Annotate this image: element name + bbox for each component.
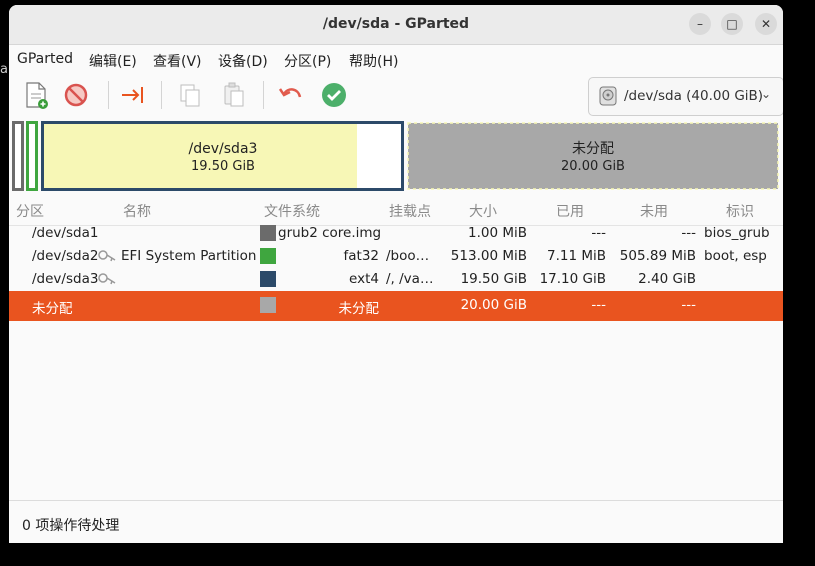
paste-icon[interactable]	[219, 80, 249, 110]
diskmap-sda2[interactable]	[26, 121, 38, 191]
cell-filesystem: grub2 core.img	[278, 225, 382, 241]
cell-used: 7.11 MiB	[546, 248, 606, 264]
filesystem-color-swatch	[260, 271, 276, 287]
diskmap-unallocated[interactable]: 未分配 20.00 GiB	[407, 122, 779, 190]
new-partition-icon[interactable]	[21, 80, 51, 110]
pending-operations-status: 0 项操作待处理	[22, 518, 120, 534]
toolbar: /dev/sda (40.00 GiB) ⌄	[9, 73, 783, 119]
diskmap-sda3-name: /dev/sda3	[189, 141, 258, 157]
cell-unused: 505.89 MiB	[619, 248, 696, 264]
gparted-window: /dev/sda - GParted – □ ✕ GParted 编辑(E) 查…	[9, 5, 783, 543]
diskmap-sda3[interactable]: /dev/sda3 19.50 GiB	[41, 121, 404, 191]
filesystem-color-swatch	[260, 225, 276, 241]
column-name[interactable]: 名称	[123, 201, 151, 221]
cell-name: EFI System Partition	[121, 248, 257, 264]
cell-partition: /dev/sda1	[32, 225, 99, 241]
diskmap-sda1[interactable]	[12, 121, 24, 191]
device-selector[interactable]: /dev/sda (40.00 GiB) ⌄	[588, 77, 783, 116]
chevron-down-icon: ⌄	[761, 87, 772, 101]
cell-filesystem: ext4	[349, 271, 379, 287]
close-button[interactable]: ✕	[755, 13, 777, 35]
cell-mountpoint: /, /va…	[386, 271, 434, 287]
cell-size: 20.00 GiB	[460, 297, 527, 313]
device-label: /dev/sda (40.00 GiB)	[624, 88, 764, 104]
column-partition[interactable]: 分区	[16, 201, 44, 221]
cell-mountpoint: /boo…	[386, 248, 430, 264]
menu-edit[interactable]: 编辑(E)	[89, 51, 137, 71]
disk-map: /dev/sda3 19.50 GiB 未分配 20.00 GiB	[12, 121, 779, 191]
key-icon	[98, 273, 116, 285]
resize-move-icon[interactable]	[117, 80, 147, 110]
cell-filesystem: 未分配	[338, 301, 380, 317]
cell-partition: /dev/sda3	[32, 271, 99, 287]
cell-flags: boot, esp	[704, 248, 767, 264]
table-row[interactable]: /dev/sda3 ext4 /, /va… 19.50 GiB 17.10 G…	[9, 268, 783, 291]
toolbar-separator	[108, 81, 109, 109]
cell-filesystem: fat32	[343, 248, 380, 264]
cell-used: ---	[591, 225, 606, 241]
menu-gparted[interactable]: GParted	[17, 51, 73, 67]
menu-help[interactable]: 帮助(H)	[349, 51, 398, 71]
status-bar: 0 项操作待处理	[9, 500, 783, 543]
column-mountpoint[interactable]: 挂载点	[389, 201, 431, 221]
minimize-button[interactable]: –	[689, 13, 711, 35]
table-row[interactable]: /dev/sda2 EFI System Partition fat32 /bo…	[9, 245, 783, 268]
cell-used: ---	[591, 297, 606, 313]
cell-unused: ---	[681, 225, 696, 241]
window-title: /dev/sda - GParted	[322, 16, 470, 32]
table-row[interactable]: /dev/sda1 grub2 core.img 1.00 MiB --- --…	[9, 222, 783, 245]
diskmap-sda3-size: 19.50 GiB	[191, 159, 255, 174]
toolbar-separator	[161, 81, 162, 109]
column-unused[interactable]: 未用	[640, 201, 668, 221]
cell-unused: 2.40 GiB	[638, 271, 696, 287]
filesystem-color-swatch	[260, 248, 276, 264]
column-used[interactable]: 已用	[556, 201, 584, 221]
hard-disk-icon	[599, 86, 617, 106]
menu-view[interactable]: 查看(V)	[153, 51, 202, 71]
table-row-selected[interactable]: 未分配 未分配 20.00 GiB --- ---	[9, 291, 783, 321]
column-flags[interactable]: 标识	[726, 201, 754, 221]
cell-flags: bios_grub	[704, 225, 770, 241]
diskmap-unallocated-name: 未分配	[572, 141, 614, 157]
undo-icon[interactable]	[276, 80, 306, 110]
menu-partition[interactable]: 分区(P)	[284, 51, 331, 71]
column-filesystem[interactable]: 文件系统	[264, 201, 320, 221]
cell-partition: 未分配	[32, 301, 73, 317]
cell-size: 1.00 MiB	[467, 225, 527, 241]
maximize-button[interactable]: □	[721, 13, 743, 35]
filesystem-color-swatch	[260, 297, 276, 313]
title-bar: /dev/sda - GParted – □ ✕	[9, 5, 783, 45]
key-icon	[98, 250, 116, 262]
toolbar-separator	[263, 81, 264, 109]
diskmap-unallocated-size: 20.00 GiB	[561, 159, 625, 174]
menu-device[interactable]: 设备(D)	[218, 51, 268, 71]
copy-icon[interactable]	[175, 80, 205, 110]
menu-bar: GParted 编辑(E) 查看(V) 设备(D) 分区(P) 帮助(H)	[9, 45, 783, 73]
delete-icon[interactable]	[61, 80, 91, 110]
background-fragment: a	[0, 62, 8, 77]
cell-partition: /dev/sda2	[32, 248, 99, 264]
cell-size: 513.00 MiB	[450, 248, 527, 264]
cell-used: 17.10 GiB	[539, 271, 606, 287]
cell-unused: ---	[681, 297, 696, 313]
column-size[interactable]: 大小	[469, 201, 497, 221]
apply-icon[interactable]	[319, 80, 349, 110]
cell-size: 19.50 GiB	[460, 271, 527, 287]
